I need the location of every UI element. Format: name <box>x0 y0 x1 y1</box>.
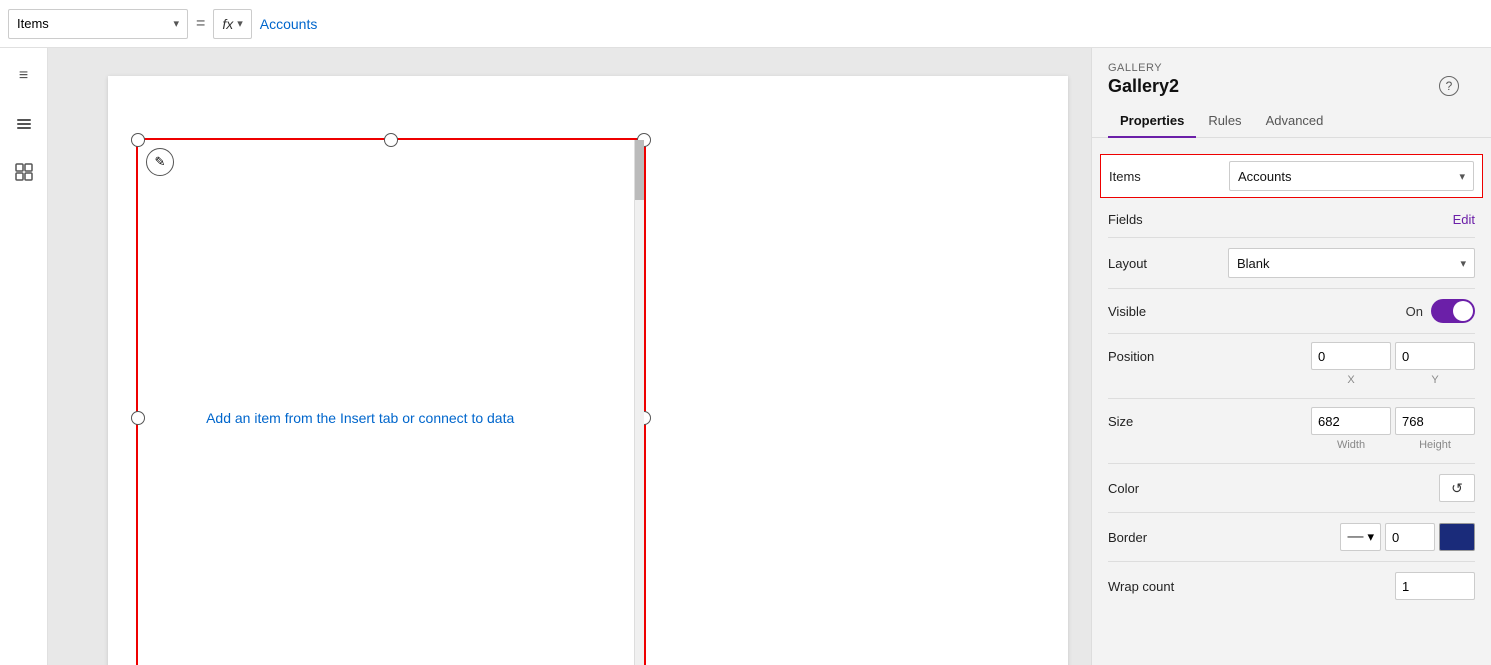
artboard: ✎ Add an item from the Insert tab or con… <box>108 76 1068 665</box>
formula-bar: Items ▾ = fx ▾ Accounts <box>0 0 1491 48</box>
fx-chevron: ▾ <box>237 17 243 30</box>
fx-button[interactable]: fx ▾ <box>213 9 251 39</box>
items-value-container: Accounts ▾ <box>1229 161 1474 191</box>
wrap-count-label: Wrap count <box>1108 579 1228 594</box>
border-width-input[interactable] <box>1385 523 1435 551</box>
handle-top-center[interactable] <box>384 133 398 147</box>
visible-row: Visible On <box>1108 289 1475 334</box>
toggle-thumb <box>1453 301 1473 321</box>
items-dropdown-chevron: ▾ <box>173 17 179 30</box>
items-dropdown-value: Items <box>17 16 49 31</box>
formula-value: Accounts <box>256 16 318 32</box>
visible-toggle[interactable] <box>1431 299 1475 323</box>
canvas-area: ✎ Add an item from the Insert tab or con… <box>48 48 1091 665</box>
layers-icon[interactable] <box>8 108 40 140</box>
border-style-dropdown[interactable]: — ▾ <box>1340 523 1381 551</box>
size-row: Size Width Height <box>1108 399 1475 464</box>
color-picker-button[interactable]: ↺ <box>1439 474 1475 502</box>
coord-labels: X Y <box>1311 374 1475 390</box>
items-dropdown[interactable]: Items ▾ <box>8 9 188 39</box>
panel-help-icon[interactable]: ? <box>1439 76 1459 96</box>
layout-dropdown-container: Blank ▾ <box>1228 248 1475 278</box>
insert-icon[interactable] <box>8 156 40 188</box>
fields-row: Fields Edit <box>1108 202 1475 238</box>
panel-header-row: GALLERY Gallery2 ? <box>1108 62 1475 97</box>
tab-properties[interactable]: Properties <box>1108 105 1196 138</box>
gallery-scrollbar[interactable] <box>634 140 644 665</box>
position-bottom-row: X Y <box>1108 374 1475 390</box>
tab-rules[interactable]: Rules <box>1196 105 1253 138</box>
handle-middle-left[interactable] <box>131 411 145 425</box>
size-width-input[interactable] <box>1311 407 1391 435</box>
wrap-count-row: Wrap count <box>1108 562 1475 610</box>
tab-advanced[interactable]: Advanced <box>1254 105 1336 138</box>
layout-value: Blank <box>1237 256 1270 271</box>
fields-label: Fields <box>1108 212 1228 227</box>
border-controls: — ▾ <box>1340 523 1475 551</box>
height-label: Height <box>1395 439 1475 451</box>
color-row: Color ↺ <box>1108 464 1475 513</box>
size-label: Size <box>1108 414 1228 429</box>
panel-tabs: Properties Rules Advanced <box>1092 105 1491 138</box>
position-row: Position X Y <box>1108 334 1475 399</box>
size-top-row: Size <box>1108 407 1475 435</box>
size-inputs <box>1311 407 1475 435</box>
layout-row: Layout Blank ▾ <box>1108 238 1475 289</box>
border-label: Border <box>1108 530 1228 545</box>
items-label: Items <box>1109 169 1229 184</box>
panel-content: Items Accounts ▾ Fields Edit Layout <box>1092 138 1491 622</box>
border-color-swatch[interactable] <box>1439 523 1475 551</box>
handle-top-left[interactable] <box>131 133 145 147</box>
visible-on-label: On <box>1406 304 1423 319</box>
color-label: Color <box>1108 481 1228 496</box>
equals-sign: = <box>192 15 209 33</box>
x-axis-label: X <box>1311 374 1391 386</box>
fields-edit-link[interactable]: Edit <box>1453 212 1475 227</box>
size-labels: Width Height <box>1311 439 1475 455</box>
position-x-input[interactable] <box>1311 342 1391 370</box>
panel-title: Gallery2 <box>1108 76 1179 97</box>
items-value-text: Accounts <box>1238 169 1291 184</box>
border-row: Border — ▾ <box>1108 513 1475 562</box>
fx-label: fx <box>222 16 233 32</box>
left-sidebar: ≡ <box>0 48 48 665</box>
hamburger-menu-icon[interactable]: ≡ <box>8 60 40 92</box>
wrap-count-input[interactable] <box>1395 572 1475 600</box>
width-label: Width <box>1311 439 1391 451</box>
visible-label: Visible <box>1108 304 1228 319</box>
layout-label: Layout <box>1108 256 1228 271</box>
size-height-input[interactable] <box>1395 407 1475 435</box>
layout-dropdown[interactable]: Blank ▾ <box>1228 248 1475 278</box>
panel-header: GALLERY Gallery2 ? <box>1092 48 1491 105</box>
layout-chevron: ▾ <box>1460 257 1466 270</box>
items-row: Items Accounts ▾ <box>1100 154 1483 198</box>
panel-section-label: GALLERY <box>1108 62 1179 74</box>
border-style-chevron: ▾ <box>1367 529 1374 545</box>
border-line: — <box>1347 528 1363 546</box>
items-value-dropdown[interactable]: Accounts ▾ <box>1229 161 1474 191</box>
position-top-row: Position <box>1108 342 1475 370</box>
right-panel: GALLERY Gallery2 ? Properties Rules Adva… <box>1091 48 1491 665</box>
size-bottom-row: Width Height <box>1108 439 1475 455</box>
position-label: Position <box>1108 349 1228 364</box>
position-inputs <box>1311 342 1475 370</box>
gallery-control[interactable]: ✎ Add an item from the Insert tab or con… <box>136 138 646 665</box>
y-axis-label: Y <box>1395 374 1475 386</box>
main-area: ≡ <box>0 48 1491 665</box>
position-y-input[interactable] <box>1395 342 1475 370</box>
color-picker-icon: ↺ <box>1451 480 1463 497</box>
gallery-empty-text: Add an item from the Insert tab or conne… <box>206 410 514 426</box>
items-dropdown-chevron2: ▾ <box>1459 170 1465 183</box>
gallery-scrollbar-thumb <box>635 140 644 200</box>
gallery-edit-icon[interactable]: ✎ <box>146 148 174 176</box>
